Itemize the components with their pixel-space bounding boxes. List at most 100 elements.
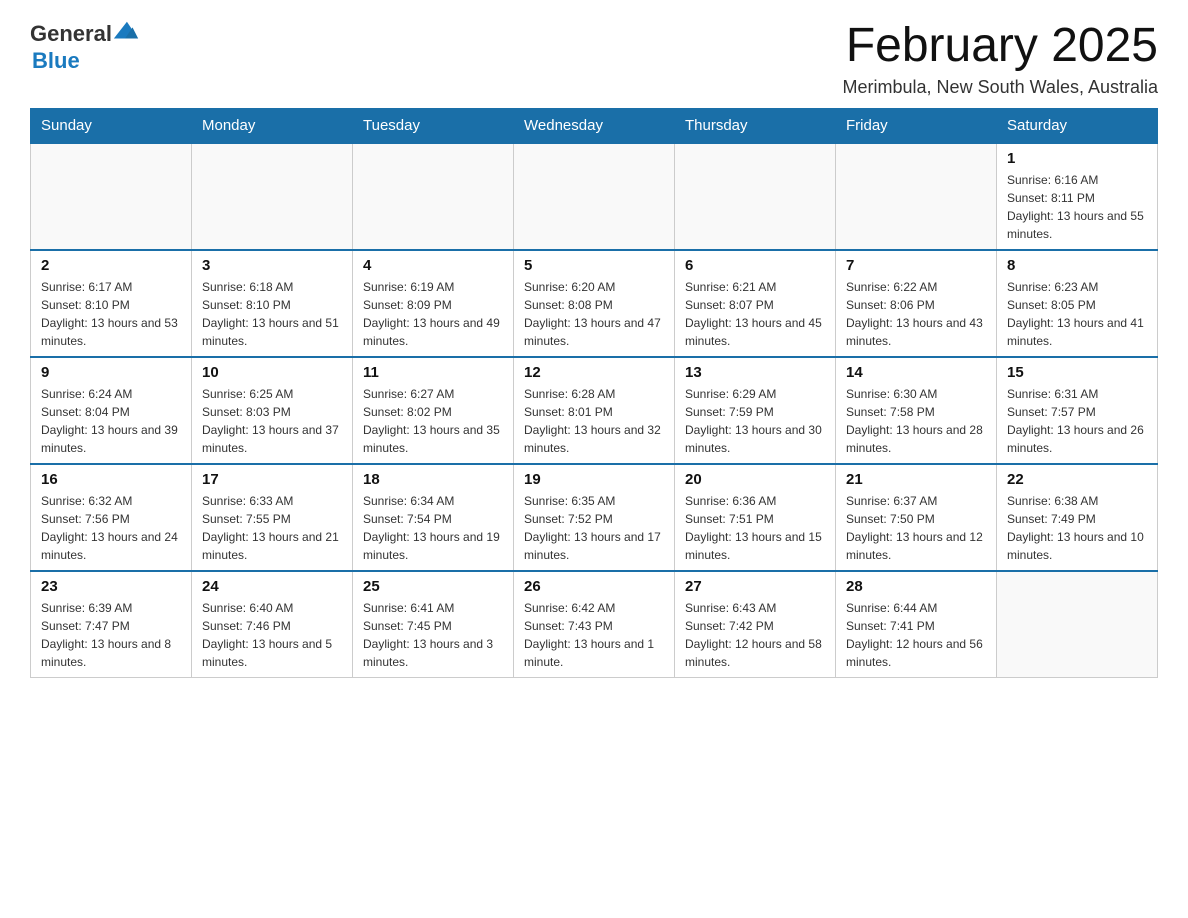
day-number: 9 xyxy=(41,364,181,381)
day-info: Sunrise: 6:41 AM Sunset: 7:45 PM Dayligh… xyxy=(363,599,503,671)
day-info: Sunrise: 6:44 AM Sunset: 7:41 PM Dayligh… xyxy=(846,599,986,671)
calendar-cell: 13 Sunrise: 6:29 AM Sunset: 7:59 PM Dayli… xyxy=(675,357,836,464)
day-info: Sunrise: 6:16 AM Sunset: 8:11 PM Dayligh… xyxy=(1007,171,1147,243)
calendar-week-2: 2 Sunrise: 6:17 AM Sunset: 8:10 PM Daylig… xyxy=(31,250,1158,357)
day-info: Sunrise: 6:28 AM Sunset: 8:01 PM Dayligh… xyxy=(524,385,664,457)
calendar-cell: 22 Sunrise: 6:38 AM Sunset: 7:49 PM Dayli… xyxy=(997,464,1158,571)
day-number: 13 xyxy=(685,364,825,381)
day-number: 12 xyxy=(524,364,664,381)
calendar-body: 1 Sunrise: 6:16 AM Sunset: 8:11 PM Daylig… xyxy=(31,143,1158,678)
day-number: 16 xyxy=(41,471,181,488)
day-info: Sunrise: 6:38 AM Sunset: 7:49 PM Dayligh… xyxy=(1007,492,1147,564)
calendar-cell: 9 Sunrise: 6:24 AM Sunset: 8:04 PM Daylig… xyxy=(31,357,192,464)
calendar-cell: 14 Sunrise: 6:30 AM Sunset: 7:58 PM Dayli… xyxy=(836,357,997,464)
weekday-header-friday: Friday xyxy=(836,108,997,143)
calendar-cell: 17Sunrise: 6:33 AM Sunset: 7:55 PM Dayli… xyxy=(192,464,353,571)
calendar-cell xyxy=(997,571,1158,678)
calendar-week-5: 23 Sunrise: 6:39 AM Sunset: 7:47 PM Dayli… xyxy=(31,571,1158,678)
calendar-header: SundayMondayTuesdayWednesdayThursdayFrid… xyxy=(31,108,1158,143)
days-of-week-row: SundayMondayTuesdayWednesdayThursdayFrid… xyxy=(31,108,1158,143)
month-title: February 2025 xyxy=(843,20,1158,73)
calendar-cell: 6 Sunrise: 6:21 AM Sunset: 8:07 PM Daylig… xyxy=(675,250,836,357)
logo-icon xyxy=(112,18,140,46)
day-info: Sunrise: 6:34 AM Sunset: 7:54 PM Dayligh… xyxy=(363,492,503,564)
day-info: Sunrise: 6:30 AM Sunset: 7:58 PM Dayligh… xyxy=(846,385,986,457)
calendar-cell: 24 Sunrise: 6:40 AM Sunset: 7:46 PM Dayli… xyxy=(192,571,353,678)
day-number: 26 xyxy=(524,578,664,595)
day-number: 8 xyxy=(1007,257,1147,274)
day-info: Sunrise: 6:24 AM Sunset: 8:04 PM Dayligh… xyxy=(41,385,181,457)
calendar-week-4: 16 Sunrise: 6:32 AM Sunset: 7:56 PM Dayli… xyxy=(31,464,1158,571)
day-info: Sunrise: 6:20 AM Sunset: 8:08 PM Dayligh… xyxy=(524,278,664,350)
day-number: 22 xyxy=(1007,471,1147,488)
logo-blue-text: Blue xyxy=(32,48,80,74)
day-number: 25 xyxy=(363,578,503,595)
day-info: Sunrise: 6:39 AM Sunset: 7:47 PM Dayligh… xyxy=(41,599,181,671)
day-info: Sunrise: 6:23 AM Sunset: 8:05 PM Dayligh… xyxy=(1007,278,1147,350)
calendar-cell: 8 Sunrise: 6:23 AM Sunset: 8:05 PM Daylig… xyxy=(997,250,1158,357)
day-number: 11 xyxy=(363,364,503,381)
day-number: 28 xyxy=(846,578,986,595)
calendar-cell: 25 Sunrise: 6:41 AM Sunset: 7:45 PM Dayli… xyxy=(353,571,514,678)
calendar-cell: 28 Sunrise: 6:44 AM Sunset: 7:41 PM Dayli… xyxy=(836,571,997,678)
day-number: 5 xyxy=(524,257,664,274)
calendar-cell: 1 Sunrise: 6:16 AM Sunset: 8:11 PM Daylig… xyxy=(997,143,1158,250)
day-info: Sunrise: 6:37 AM Sunset: 7:50 PM Dayligh… xyxy=(846,492,986,564)
day-number: 3 xyxy=(202,257,342,274)
day-info: Sunrise: 6:21 AM Sunset: 8:07 PM Dayligh… xyxy=(685,278,825,350)
day-number: 2 xyxy=(41,257,181,274)
day-info: Sunrise: 6:35 AM Sunset: 7:52 PM Dayligh… xyxy=(524,492,664,564)
day-number: 24 xyxy=(202,578,342,595)
calendar-cell xyxy=(31,143,192,250)
day-info: Sunrise: 6:25 AM Sunset: 8:03 PM Dayligh… xyxy=(202,385,342,457)
calendar-cell: 10 Sunrise: 6:25 AM Sunset: 8:03 PM Dayli… xyxy=(192,357,353,464)
calendar-cell xyxy=(353,143,514,250)
calendar-cell: 11Sunrise: 6:27 AM Sunset: 8:02 PM Dayli… xyxy=(353,357,514,464)
calendar-table: SundayMondayTuesdayWednesdayThursdayFrid… xyxy=(30,108,1158,678)
day-info: Sunrise: 6:36 AM Sunset: 7:51 PM Dayligh… xyxy=(685,492,825,564)
calendar-cell: 19Sunrise: 6:35 AM Sunset: 7:52 PM Dayli… xyxy=(514,464,675,571)
day-info: Sunrise: 6:29 AM Sunset: 7:59 PM Dayligh… xyxy=(685,385,825,457)
day-info: Sunrise: 6:42 AM Sunset: 7:43 PM Dayligh… xyxy=(524,599,664,671)
calendar-cell: 15Sunrise: 6:31 AM Sunset: 7:57 PM Dayli… xyxy=(997,357,1158,464)
weekday-header-sunday: Sunday xyxy=(31,108,192,143)
day-number: 23 xyxy=(41,578,181,595)
day-number: 10 xyxy=(202,364,342,381)
day-number: 4 xyxy=(363,257,503,274)
day-number: 6 xyxy=(685,257,825,274)
calendar-cell: 20Sunrise: 6:36 AM Sunset: 7:51 PM Dayli… xyxy=(675,464,836,571)
calendar-cell: 21Sunrise: 6:37 AM Sunset: 7:50 PM Dayli… xyxy=(836,464,997,571)
calendar-cell: 16 Sunrise: 6:32 AM Sunset: 7:56 PM Dayli… xyxy=(31,464,192,571)
calendar-cell: 26 Sunrise: 6:42 AM Sunset: 7:43 PM Dayli… xyxy=(514,571,675,678)
calendar-cell: 18 Sunrise: 6:34 AM Sunset: 7:54 PM Dayli… xyxy=(353,464,514,571)
calendar-cell: 12 Sunrise: 6:28 AM Sunset: 8:01 PM Dayli… xyxy=(514,357,675,464)
logo-general-text: General xyxy=(30,21,112,47)
title-block: February 2025 Merimbula, New South Wales… xyxy=(843,20,1158,98)
calendar-cell: 4Sunrise: 6:19 AM Sunset: 8:09 PM Daylig… xyxy=(353,250,514,357)
calendar-cell xyxy=(836,143,997,250)
calendar-cell: 27 Sunrise: 6:43 AM Sunset: 7:42 PM Dayli… xyxy=(675,571,836,678)
day-info: Sunrise: 6:17 AM Sunset: 8:10 PM Dayligh… xyxy=(41,278,181,350)
day-number: 15 xyxy=(1007,364,1147,381)
logo: General Blue xyxy=(30,20,140,74)
day-number: 1 xyxy=(1007,150,1147,167)
calendar-cell: 3Sunrise: 6:18 AM Sunset: 8:10 PM Daylig… xyxy=(192,250,353,357)
weekday-header-tuesday: Tuesday xyxy=(353,108,514,143)
calendar-week-1: 1 Sunrise: 6:16 AM Sunset: 8:11 PM Daylig… xyxy=(31,143,1158,250)
day-info: Sunrise: 6:43 AM Sunset: 7:42 PM Dayligh… xyxy=(685,599,825,671)
day-number: 14 xyxy=(846,364,986,381)
calendar-cell: 7Sunrise: 6:22 AM Sunset: 8:06 PM Daylig… xyxy=(836,250,997,357)
calendar-cell: 23 Sunrise: 6:39 AM Sunset: 7:47 PM Dayli… xyxy=(31,571,192,678)
day-info: Sunrise: 6:32 AM Sunset: 7:56 PM Dayligh… xyxy=(41,492,181,564)
calendar-cell: 5 Sunrise: 6:20 AM Sunset: 8:08 PM Daylig… xyxy=(514,250,675,357)
calendar-week-3: 9 Sunrise: 6:24 AM Sunset: 8:04 PM Daylig… xyxy=(31,357,1158,464)
calendar-cell xyxy=(514,143,675,250)
day-number: 18 xyxy=(363,471,503,488)
location-subtitle: Merimbula, New South Wales, Australia xyxy=(843,77,1158,98)
day-number: 7 xyxy=(846,257,986,274)
calendar-cell xyxy=(675,143,836,250)
day-info: Sunrise: 6:40 AM Sunset: 7:46 PM Dayligh… xyxy=(202,599,342,671)
weekday-header-wednesday: Wednesday xyxy=(514,108,675,143)
day-number: 27 xyxy=(685,578,825,595)
day-number: 17 xyxy=(202,471,342,488)
